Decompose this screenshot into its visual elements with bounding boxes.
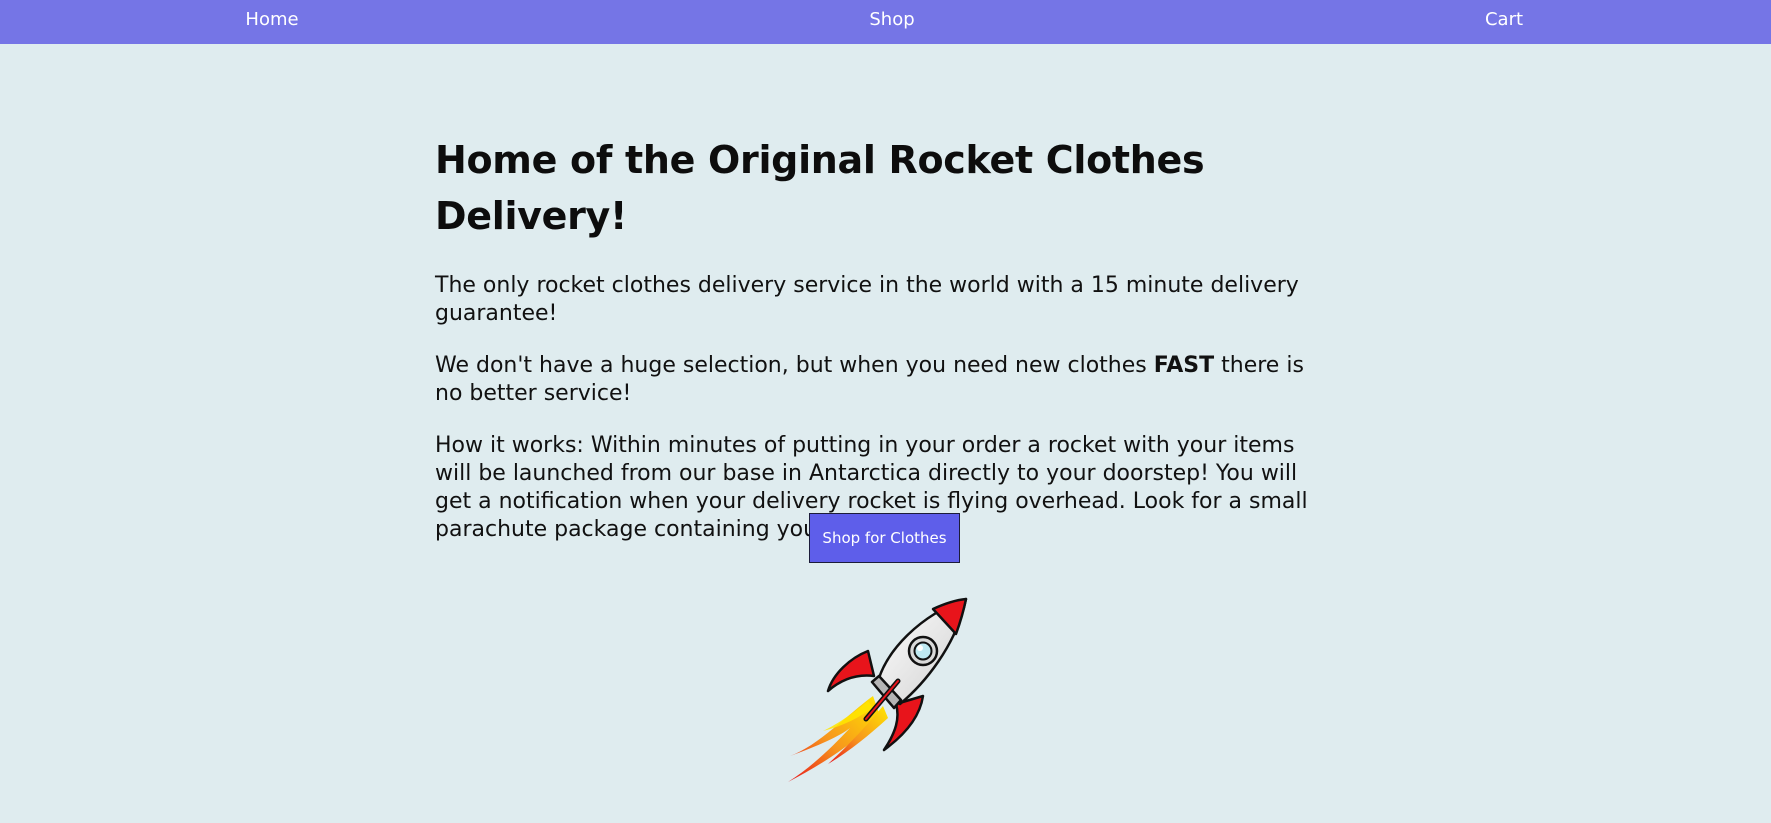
nav-home-link[interactable]: Home — [245, 0, 298, 44]
nav-cart-link[interactable]: Cart — [1485, 0, 1523, 44]
nav-shop-link[interactable]: Shop — [869, 0, 914, 44]
fast-emphasis: FAST — [1153, 353, 1215, 378]
main-content: Home of the Original Rocket Clothes Deli… — [435, 132, 1330, 568]
top-navbar: Home Shop Cart — [0, 0, 1771, 44]
selection-paragraph: We don't have a huge selection, but when… — [435, 352, 1330, 408]
rocket-fin-left — [826, 649, 876, 693]
selection-text-start: We don't have a huge selection, but when… — [435, 353, 1154, 378]
intro-paragraph: The only rocket clothes delivery service… — [435, 273, 1299, 326]
rocket-icon — [788, 597, 968, 782]
page-title: Home of the Original Rocket Clothes Deli… — [435, 138, 1205, 238]
shop-for-clothes-button[interactable]: Shop for Clothes — [809, 513, 960, 563]
